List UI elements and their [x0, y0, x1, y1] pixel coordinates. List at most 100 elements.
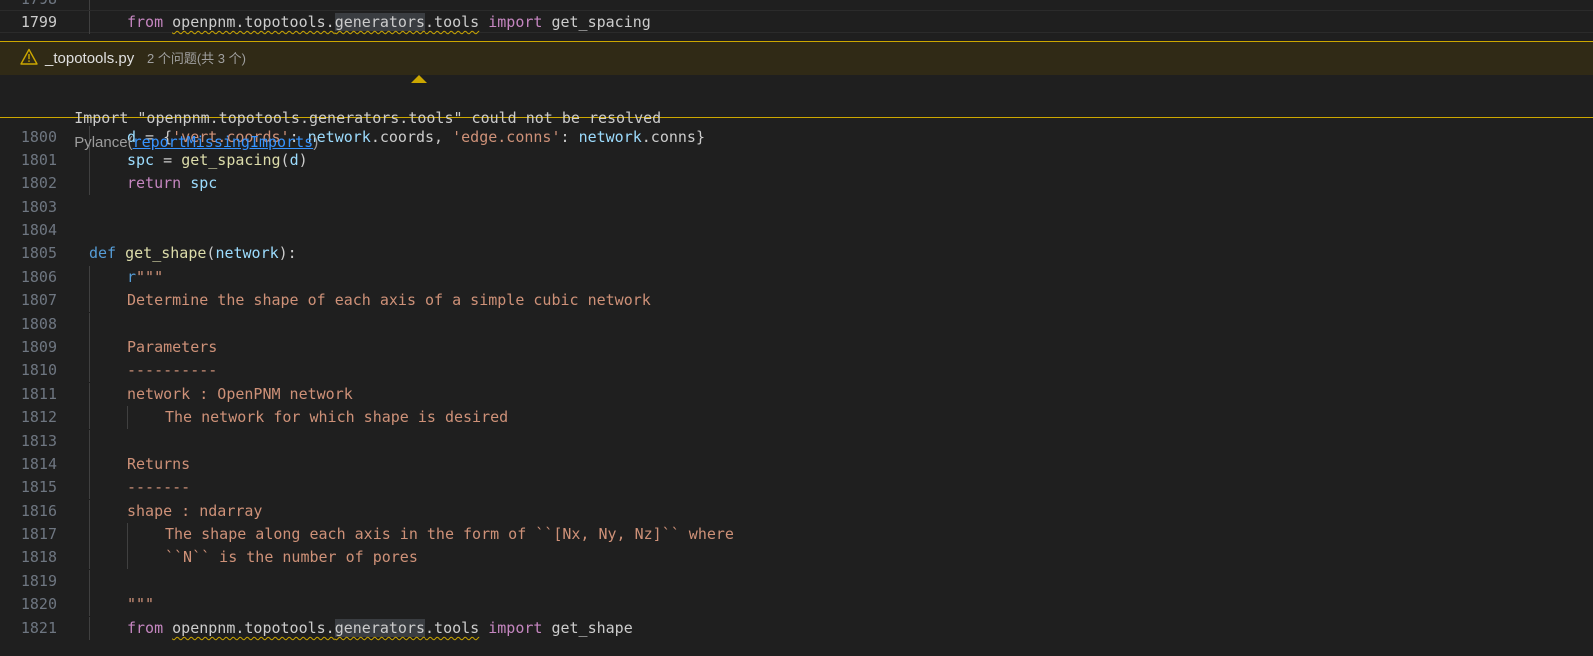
code-token: openpnm.topotools. [172, 13, 335, 31]
indent-guide [89, 406, 90, 429]
code-line-1806[interactable]: 1806 r""" [0, 266, 1593, 289]
code-line-1816[interactable]: 1816 shape : ndarray [0, 500, 1593, 523]
code-line-1815[interactable]: 1815 ------- [0, 476, 1593, 499]
problem-peek-widget: _topotools.py 2 个问题(共 3 个) Import "openp… [0, 41, 1593, 151]
code-token: shape : ndarray [127, 502, 263, 520]
line-number[interactable]: 1809 [0, 336, 57, 359]
problem-count: 2 个问题(共 3 个) [147, 51, 246, 66]
code-line-1810[interactable]: 1810 ---------- [0, 359, 1593, 382]
code-token: Parameters [127, 338, 218, 356]
code-token: network [578, 128, 642, 146]
code-token: network [215, 244, 279, 262]
indent-guide [89, 500, 90, 523]
line-number[interactable]: 1821 [0, 617, 57, 640]
code-token: """ [127, 595, 155, 613]
code-text: def get_shape(network): [89, 242, 297, 265]
line-number[interactable]: 1811 [0, 383, 57, 406]
line-number[interactable]: 1816 [0, 500, 57, 523]
line-number[interactable]: 1805 [0, 242, 57, 265]
code-token: """ [136, 268, 164, 286]
code-line-1821[interactable]: 1821 from openpnm.topotools.generators.to… [0, 617, 1593, 640]
line-number[interactable]: 1817 [0, 523, 57, 546]
problem-file-name[interactable]: _topotools.py [45, 42, 134, 75]
code-line-1809[interactable]: 1809 Parameters [0, 336, 1593, 359]
code-line-1819[interactable]: 1819 [0, 570, 1593, 593]
code-line-1799[interactable]: 1799 from openpnm.topotools.generators.to… [0, 10, 1593, 34]
code-token: get_shape [125, 244, 207, 262]
code-line-1811[interactable]: 1811 network : OpenPNM network [0, 383, 1593, 406]
indent-guide [89, 266, 90, 289]
indent-guide [89, 313, 90, 336]
code-text: shape : ndarray [127, 500, 262, 523]
line-number[interactable]: 1814 [0, 453, 57, 476]
code-text: The shape along each axis in the form of… [165, 523, 734, 546]
line-number[interactable]: 1799 [0, 11, 57, 34]
code-line-1818[interactable]: 1818 ``N`` is the number of pores [0, 546, 1593, 569]
line-number[interactable]: 1808 [0, 313, 57, 336]
code-token: get_spacing [542, 13, 651, 31]
line-number[interactable]: 1812 [0, 406, 57, 429]
indent-guide [127, 406, 128, 429]
code-token: openpnm.topotools. [172, 619, 335, 637]
code-token: r [127, 268, 137, 286]
line-number[interactable]: 1804 [0, 219, 57, 242]
indent-guide [89, 383, 90, 406]
line-number[interactable]: 1820 [0, 593, 57, 616]
code-token: from [127, 13, 164, 31]
code-line-1805[interactable]: 1805 def get_shape(network): [0, 242, 1593, 265]
line-number[interactable]: 1819 [0, 570, 57, 593]
code-text: Parameters [127, 336, 217, 359]
code-text: from openpnm.topotools.generators.tools … [127, 11, 651, 34]
problem-message-row: Import "openpnm.topotools.generators.too… [20, 82, 661, 151]
code-line-1802[interactable]: 1802 return spc [0, 172, 1593, 195]
indent-guide [127, 523, 128, 546]
line-number[interactable]: 1807 [0, 289, 57, 312]
code-text: network : OpenPNM network [127, 383, 353, 406]
code-token: def [89, 244, 117, 262]
line-number[interactable]: 1810 [0, 359, 57, 382]
code-token: return [127, 174, 182, 192]
code-token: get_shape [542, 619, 633, 637]
indent-guide [89, 336, 90, 359]
line-number[interactable]: 1813 [0, 430, 57, 453]
indent-guide [127, 546, 128, 569]
code-text: Returns [127, 453, 190, 476]
code-line-1808[interactable]: 1808 [0, 313, 1593, 336]
code-line-1807[interactable]: 1807 Determine the shape of each axis of … [0, 289, 1593, 312]
code-line-1817[interactable]: 1817 The shape along each axis in the for… [0, 523, 1593, 546]
line-number[interactable]: 1815 [0, 476, 57, 499]
code-line-1812[interactable]: 1812 The network for which shape is desir… [0, 406, 1593, 429]
indent-guide [89, 523, 90, 546]
indent-guide [89, 172, 90, 195]
code-line-1804[interactable]: 1804 [0, 219, 1593, 242]
code-line-1820[interactable]: 1820 """ [0, 593, 1593, 616]
code-token: : [560, 128, 579, 146]
line-number[interactable]: 1818 [0, 546, 57, 569]
problem-peek-header: _topotools.py 2 个问题(共 3 个) [0, 42, 1593, 75]
code-line-1813[interactable]: 1813 [0, 430, 1593, 453]
code-line-1814[interactable]: 1814 Returns [0, 453, 1593, 476]
code-token: Determine the shape of each axis of a si… [127, 291, 651, 309]
code-text: r""" [127, 266, 163, 289]
indent-guide [89, 289, 90, 312]
code-line-1803[interactable]: 1803 [0, 196, 1593, 219]
line-number[interactable]: 1806 [0, 266, 57, 289]
code-token: ------- [127, 478, 191, 496]
indent-guide [89, 570, 90, 593]
warning-icon [20, 48, 38, 65]
code-editor[interactable]: 17981799from openpnm.topotools.generator… [0, 0, 1593, 656]
code-token: ---------- [127, 361, 218, 379]
indent-guide [89, 617, 90, 640]
problem-rule-link[interactable]: reportMissingImports [133, 133, 314, 151]
code-token: from [127, 619, 164, 637]
indent-guide [89, 11, 90, 34]
code-token: ``N`` is the number of pores [165, 548, 418, 566]
code-token: .tools [425, 619, 480, 637]
code-token: spc [190, 174, 218, 192]
line-number[interactable]: 1803 [0, 196, 57, 219]
